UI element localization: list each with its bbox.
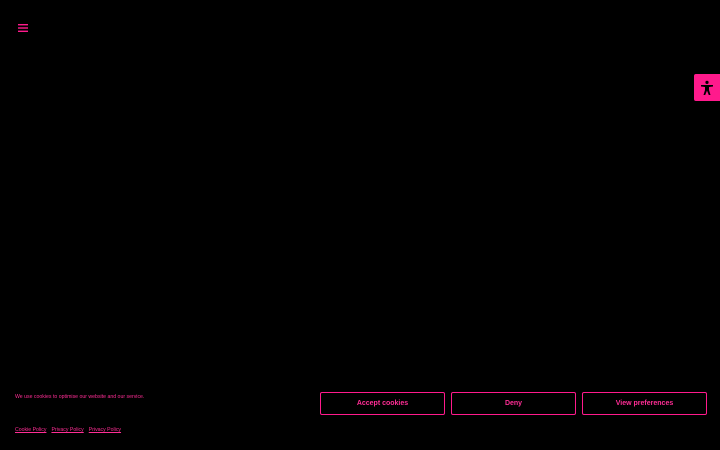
privacy-policy-link[interactable]: Privacy Policy [51,427,83,433]
privacy-policy-link-secondary[interactable]: Privacy Policy [89,427,121,433]
view-preferences-button[interactable]: View preferences [582,392,707,415]
menu-button[interactable] [14,19,32,37]
cookie-button-group: Accept cookies Deny View preferences [320,392,707,415]
cookie-policy-links: Cookie Policy Privacy Policy Privacy Pol… [15,427,121,433]
deny-cookies-button[interactable]: Deny [451,392,576,415]
cookie-policy-link[interactable]: Cookie Policy [15,427,46,433]
accept-cookies-button[interactable]: Accept cookies [320,392,445,415]
cookie-message: We use cookies to optimise our website a… [15,394,145,400]
accessibility-button[interactable] [694,74,720,101]
accessibility-person-icon [701,80,713,95]
cookie-banner: We use cookies to optimise our website a… [0,380,720,450]
page: We use cookies to optimise our website a… [0,0,720,450]
hamburger-menu-icon [18,24,28,32]
